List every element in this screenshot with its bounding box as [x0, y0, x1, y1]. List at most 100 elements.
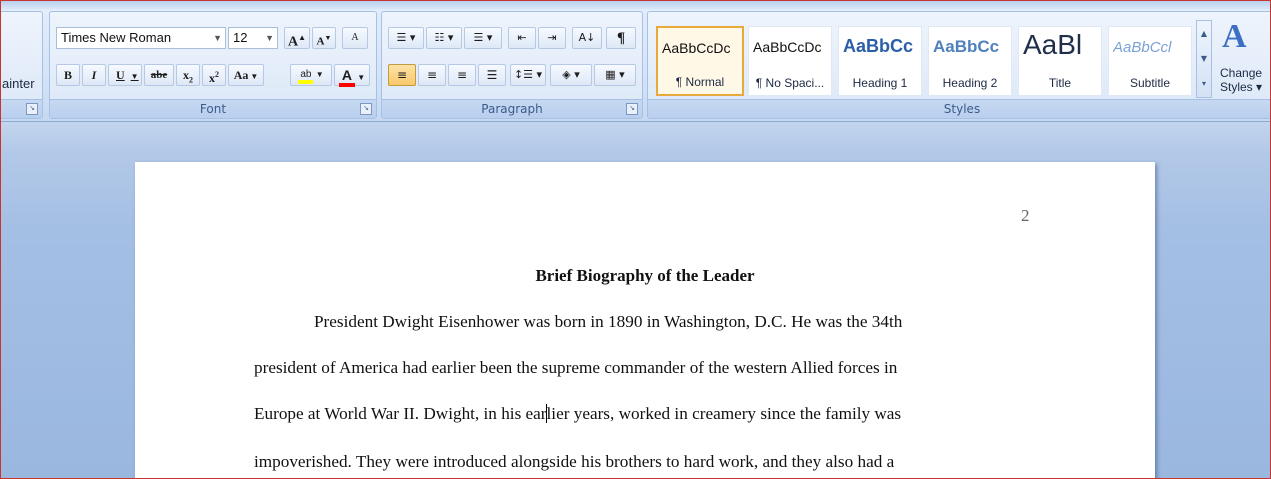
show-hide-button[interactable]: ¶ [606, 27, 636, 49]
increase-indent-button[interactable]: ⇥ [538, 27, 566, 49]
styles-group-label: Styles [648, 99, 1270, 118]
font-name-combo[interactable]: Times New Roman ▼ [56, 27, 226, 49]
document-title[interactable]: Brief Biography of the Leader [135, 266, 1155, 286]
style-name: ¶ No Spaci... [755, 76, 825, 90]
style-sample: AaBbCc [933, 37, 1000, 56]
paragraph-line[interactable]: president of America had earlier been th… [254, 358, 897, 378]
font-group: Times New Roman ▼ 12 ▼ A▲ A▼ A B I U ▼ ab… [49, 11, 377, 119]
align-left-icon: ≡ [396, 68, 408, 82]
pilcrow-icon: ¶ [616, 30, 626, 46]
style-name: Heading 2 [942, 76, 998, 90]
underline-icon: U [116, 68, 125, 82]
style-subtitle[interactable]: AaBbCcl Subtitle [1108, 26, 1192, 96]
clipboard-group: ainter ↘ [1, 11, 43, 119]
increase-indent-icon: ⇥ [547, 31, 557, 44]
chevron-down-icon: ▼ [130, 72, 139, 81]
style-sample: AaBbCc [843, 36, 914, 56]
shrink-font-icon: A [316, 35, 325, 48]
borders-button[interactable]: ▦ ▾ [594, 64, 636, 86]
styles-group: AaBbCcDc ¶ Normal AaBbCcDc ¶ No Spaci...… [647, 11, 1270, 119]
ribbon-top-strip [1, 1, 1270, 9]
bold-button[interactable]: B [56, 64, 80, 86]
change-case-button[interactable]: Aa ▼ [228, 64, 264, 86]
align-right-icon: ≡ [456, 68, 468, 82]
scroll-down-icon[interactable]: ▼ [1197, 46, 1211, 71]
format-painter-button[interactable]: ainter [2, 76, 35, 91]
chevron-down-icon: ▼ [313, 70, 324, 79]
style-name: Title [1048, 76, 1072, 90]
style-normal[interactable]: AaBbCcDc ¶ Normal [656, 26, 744, 96]
styles-gallery-scroll[interactable]: ▲ ▼ ▾ [1196, 20, 1212, 98]
paragraph-text-after-caret: lier years, worked in creamery since the… [546, 404, 902, 423]
font-name-value: Times New Roman [61, 30, 172, 45]
decrease-indent-button[interactable]: ⇤ [508, 27, 536, 49]
subscript-button[interactable]: x2 [176, 64, 200, 86]
shading-button[interactable]: ◈ ▾ [550, 64, 592, 86]
underline-button[interactable]: U ▼ [108, 64, 142, 86]
align-center-button[interactable]: ≡ [418, 64, 446, 86]
style-no-spacing[interactable]: AaBbCcDc ¶ No Spaci... [748, 26, 832, 96]
align-left-button[interactable]: ≡ [388, 64, 416, 86]
style-sample: AaBl [1023, 29, 1083, 60]
italic-button[interactable]: I [82, 64, 106, 86]
paragraph-launcher-icon[interactable]: ↘ [626, 103, 638, 115]
sort-button[interactable]: A↓ [572, 27, 602, 49]
change-styles-icon: A [1222, 18, 1247, 55]
justify-button[interactable]: ☰ [478, 64, 506, 86]
style-title[interactable]: AaBl Title [1018, 26, 1102, 96]
clear-formatting-button[interactable]: A [342, 27, 368, 49]
font-size-value: 12 [233, 30, 248, 45]
justify-icon: ☰ [486, 68, 498, 82]
change-styles-label-line2: Styles ▾ [1220, 80, 1263, 94]
word-window: ainter ↘ Times New Roman ▼ 12 ▼ A▲ A▼ A … [0, 0, 1271, 479]
grow-font-button[interactable]: A▲ [284, 27, 310, 50]
highlight-button[interactable]: ab ▼ [290, 64, 332, 86]
line-spacing-button[interactable]: ↕☰ ▾ [510, 64, 546, 86]
scroll-up-icon[interactable]: ▲ [1197, 21, 1211, 46]
paragraph-line[interactable]: President Dwight Eisenhower was born in … [314, 312, 902, 332]
align-right-button[interactable]: ≡ [448, 64, 476, 86]
chevron-down-icon: ▼ [248, 72, 259, 81]
clipboard-launcher-icon[interactable]: ↘ [26, 103, 38, 115]
font-color-button[interactable]: A ▼ [334, 64, 370, 87]
paragraph-text-before-caret: Europe at World War II. Dwight, in his e… [254, 404, 547, 423]
numbering-icon: ☷ ▾ [434, 31, 454, 44]
superscript-button[interactable]: x2 [202, 64, 226, 86]
multilevel-list-icon: ☰ ▾ [473, 31, 493, 44]
bullets-button[interactable]: ☰ ▾ [388, 27, 424, 49]
style-heading-2[interactable]: AaBbCc Heading 2 [928, 26, 1012, 96]
paragraph-group: ☰ ▾ ☷ ▾ ☰ ▾ ⇤ ⇥ A↓ ¶ ≡ ≡ ≡ ☰ ↕☰ ▾ ◈ ▾ ▦ … [381, 11, 643, 119]
chevron-down-icon: ▼ [213, 33, 222, 43]
document-area[interactable]: 2 Brief Biography of the Leader Presiden… [1, 122, 1270, 478]
chevron-down-icon: ▼ [265, 33, 274, 43]
italic-icon: I [91, 68, 97, 82]
multilevel-list-button[interactable]: ☰ ▾ [464, 27, 502, 49]
paragraph-line-with-caret[interactable]: Europe at World War II. Dwight, in his e… [254, 404, 901, 424]
document-page[interactable]: 2 Brief Biography of the Leader Presiden… [135, 162, 1155, 478]
style-sample: AaBbCcDc [753, 39, 822, 55]
font-launcher-icon[interactable]: ↘ [360, 103, 372, 115]
change-styles-label: Change Styles ▾ [1220, 66, 1262, 94]
style-sample: AaBbCcl [1113, 39, 1172, 56]
style-heading-1[interactable]: AaBbCc Heading 1 [838, 26, 922, 96]
clear-formatting-icon: A [351, 32, 359, 43]
paragraph-line[interactable]: impoverished. They were introduced along… [254, 452, 894, 472]
strikethrough-button[interactable]: abe [144, 64, 174, 86]
align-center-icon: ≡ [426, 68, 438, 82]
gallery-more-icon[interactable]: ▾ [1197, 71, 1211, 96]
paragraph-group-label: Paragraph [382, 99, 642, 118]
bold-icon: B [63, 68, 72, 82]
change-case-icon: Aa [233, 68, 249, 82]
shading-icon: ◈ ▾ [562, 68, 580, 81]
page-number: 2 [1021, 206, 1030, 225]
style-name: ¶ Normal [675, 75, 725, 89]
font-size-combo[interactable]: 12 ▼ [228, 27, 278, 49]
change-styles-label-line1: Change [1220, 66, 1263, 80]
strikethrough-icon: abe [150, 69, 168, 81]
font-color-icon: A [338, 67, 355, 87]
change-styles-button[interactable]: A Change Styles ▾ [1216, 16, 1270, 102]
decrease-indent-icon: ⇤ [517, 31, 527, 44]
line-spacing-icon: ↕☰ ▾ [513, 68, 543, 81]
numbering-button[interactable]: ☷ ▾ [426, 27, 462, 49]
shrink-font-button[interactable]: A▼ [312, 27, 336, 49]
